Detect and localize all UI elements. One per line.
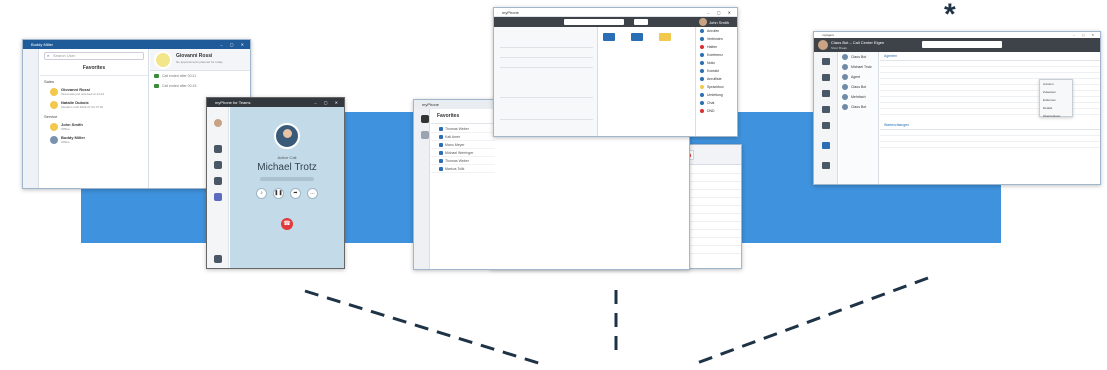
connector-line-right (696, 276, 929, 365)
connector-line-left (304, 289, 546, 367)
connector-lines (304, 276, 929, 367)
